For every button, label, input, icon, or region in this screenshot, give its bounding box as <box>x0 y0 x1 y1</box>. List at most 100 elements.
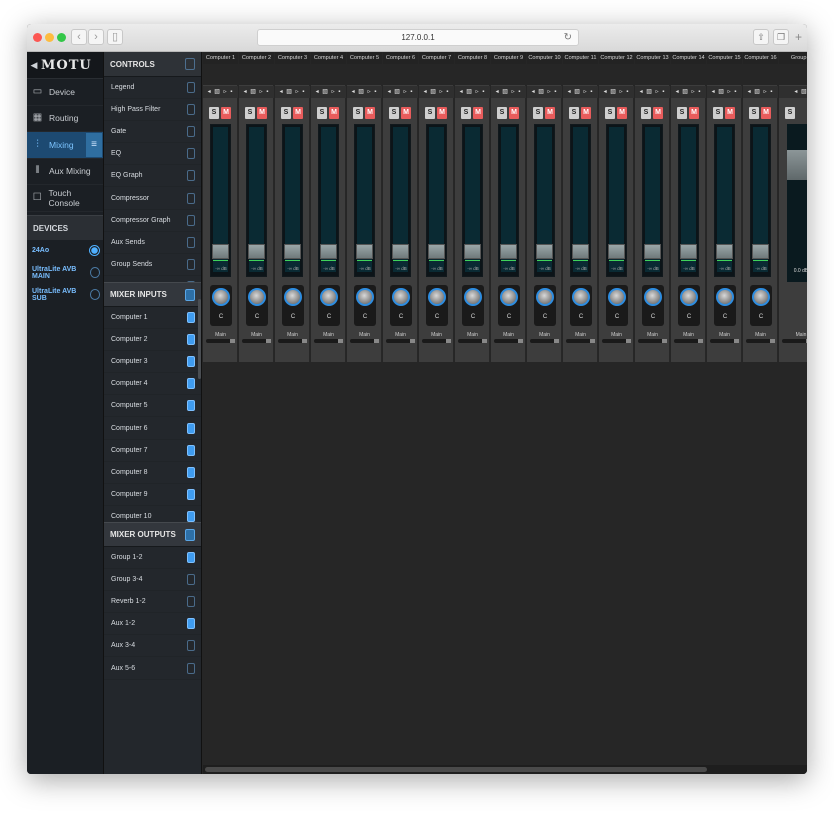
control-option-checkbox[interactable] <box>187 192 195 204</box>
share-icon[interactable]: ⇧ <box>753 29 769 45</box>
controls-toggle-all[interactable] <box>185 58 195 70</box>
channel-icons-row[interactable]: ◂ ▧ ▹ ▪ <box>239 86 274 98</box>
tabs-overview-icon[interactable]: ❐ <box>773 29 789 45</box>
control-option-checkbox[interactable] <box>187 104 195 116</box>
minimize-window-button[interactable] <box>45 33 54 42</box>
pan-knob[interactable] <box>428 288 446 306</box>
send-slider[interactable] <box>242 339 271 343</box>
channel-icons-row[interactable]: ◂ ▧ ▹ ▪ <box>275 86 310 98</box>
mixer-input-row[interactable]: Computer 4 <box>104 373 201 396</box>
mixer-output-row[interactable]: Group 1-2 <box>104 547 201 570</box>
solo-button[interactable]: S <box>605 107 615 119</box>
solo-button[interactable]: S <box>533 107 543 119</box>
control-option-row[interactable]: Group Sends <box>104 254 201 276</box>
mixer-output-checkbox[interactable] <box>187 662 195 674</box>
control-option-checkbox[interactable] <box>187 236 195 248</box>
channel-icons-row[interactable]: ◂ ▧ ▹ ▪ <box>599 86 634 98</box>
mixer-output-checkbox[interactable] <box>187 552 195 564</box>
solo-button[interactable]: S <box>317 107 327 119</box>
mixer-input-checkbox[interactable] <box>187 312 195 324</box>
mute-button[interactable]: M <box>293 107 303 119</box>
mute-button[interactable]: M <box>509 107 519 119</box>
mute-button[interactable]: M <box>761 107 771 119</box>
mute-button[interactable]: M <box>221 107 231 119</box>
device-radio[interactable] <box>89 267 100 278</box>
solo-button[interactable]: S <box>389 107 399 119</box>
control-option-row[interactable]: Legend <box>104 77 201 100</box>
mute-button[interactable]: M <box>401 107 411 119</box>
solo-button[interactable]: S <box>497 107 507 119</box>
mute-button[interactable]: M <box>581 107 591 119</box>
send-slider[interactable] <box>314 339 343 343</box>
send-slider[interactable] <box>602 339 631 343</box>
channel-icons-row[interactable]: ◂ ▧ ▹ ▪ <box>347 86 382 98</box>
pan-knob[interactable] <box>680 288 698 306</box>
back-chevron-icon[interactable]: ◀ <box>27 60 41 71</box>
solo-button[interactable]: S <box>353 107 363 119</box>
send-slider[interactable] <box>746 339 775 343</box>
device-item[interactable]: UltraLite AVB SUB <box>27 284 103 306</box>
control-option-checkbox[interactable] <box>187 126 195 138</box>
fader-handle[interactable] <box>248 244 265 259</box>
control-option-row[interactable]: Compressor Graph <box>104 210 201 232</box>
address-bar[interactable]: 127.0.0.1 ↻ <box>257 29 579 46</box>
mixer-input-row[interactable]: Computer 7 <box>104 440 201 462</box>
control-option-row[interactable]: Aux Sends <box>104 232 201 254</box>
send-slider[interactable] <box>350 339 379 343</box>
fader-handle[interactable] <box>284 244 301 259</box>
control-option-row[interactable]: EQ Graph <box>104 165 201 188</box>
sidebar-toggle-icon[interactable]: ▯ <box>107 29 123 45</box>
control-option-row[interactable]: High Pass Filter <box>104 99 201 122</box>
mixer-output-checkbox[interactable] <box>187 574 195 586</box>
fader-handle[interactable] <box>464 244 481 259</box>
pan-knob[interactable] <box>320 288 338 306</box>
mixer-output-row[interactable]: Reverb 1-2 <box>104 591 201 614</box>
solo-button[interactable]: S <box>281 107 291 119</box>
fader-handle[interactable] <box>572 244 589 259</box>
pan-knob[interactable] <box>716 288 734 306</box>
mute-button[interactable]: M <box>437 107 447 119</box>
mute-button[interactable]: M <box>545 107 555 119</box>
channel-icons-row[interactable]: ◂ ▧ ▹ ▪ <box>527 86 562 98</box>
send-slider[interactable] <box>458 339 487 343</box>
mixer-input-checkbox[interactable] <box>187 444 195 456</box>
channel-icons-row[interactable]: ◂ ▧ ▹ ▪ <box>455 86 490 98</box>
mute-button[interactable]: M <box>653 107 663 119</box>
channel-icons-row[interactable]: ◂ ▧ ▹ ▪ <box>203 86 238 98</box>
channel-icons-row[interactable]: ◂ ▧ ▹ ▪ <box>383 86 418 98</box>
send-slider[interactable] <box>422 339 451 343</box>
solo-button[interactable]: S <box>461 107 471 119</box>
fader-handle[interactable] <box>320 244 337 259</box>
pan-knob[interactable] <box>248 288 266 306</box>
device-item[interactable]: UltraLite AVB MAIN <box>27 262 103 284</box>
control-option-checkbox[interactable] <box>187 280 195 282</box>
reload-icon[interactable]: ↻ <box>564 30 572 45</box>
solo-button[interactable]: S <box>209 107 219 119</box>
send-slider[interactable] <box>206 339 235 343</box>
pan-knob[interactable] <box>464 288 482 306</box>
channel-icons-row[interactable]: ◂ ▧ ▹ ▪ <box>707 86 742 98</box>
pan-knob[interactable] <box>356 288 374 306</box>
fader-handle[interactable] <box>392 244 409 259</box>
mixer-input-checkbox[interactable] <box>187 378 195 390</box>
control-option-checkbox[interactable] <box>187 214 195 226</box>
solo-button[interactable]: S <box>245 107 255 119</box>
send-slider[interactable] <box>674 339 703 343</box>
solo-button[interactable]: S <box>713 107 723 119</box>
mixer-input-row[interactable]: Computer 5 <box>104 395 201 418</box>
nav-item-mixing[interactable]: ⫶ Mixing ≡ <box>27 132 103 159</box>
nav-item-touch-console[interactable]: ☐ Touch Console <box>27 185 103 212</box>
fader-handle[interactable] <box>428 244 445 259</box>
mute-button[interactable]: M <box>257 107 267 119</box>
send-slider[interactable] <box>638 339 667 343</box>
pan-knob[interactable] <box>500 288 518 306</box>
forward-arrow-icon[interactable]: › <box>88 29 104 45</box>
mixer-output-checkbox[interactable] <box>187 640 195 652</box>
fader-handle[interactable] <box>500 244 517 259</box>
device-radio[interactable] <box>89 245 100 256</box>
mixer-horizontal-scrollbar[interactable] <box>203 765 807 774</box>
mixer-input-checkbox[interactable] <box>187 334 195 346</box>
send-slider[interactable] <box>386 339 415 343</box>
solo-button[interactable]: S <box>749 107 759 119</box>
mixer-input-row[interactable]: Computer 9 <box>104 484 201 506</box>
